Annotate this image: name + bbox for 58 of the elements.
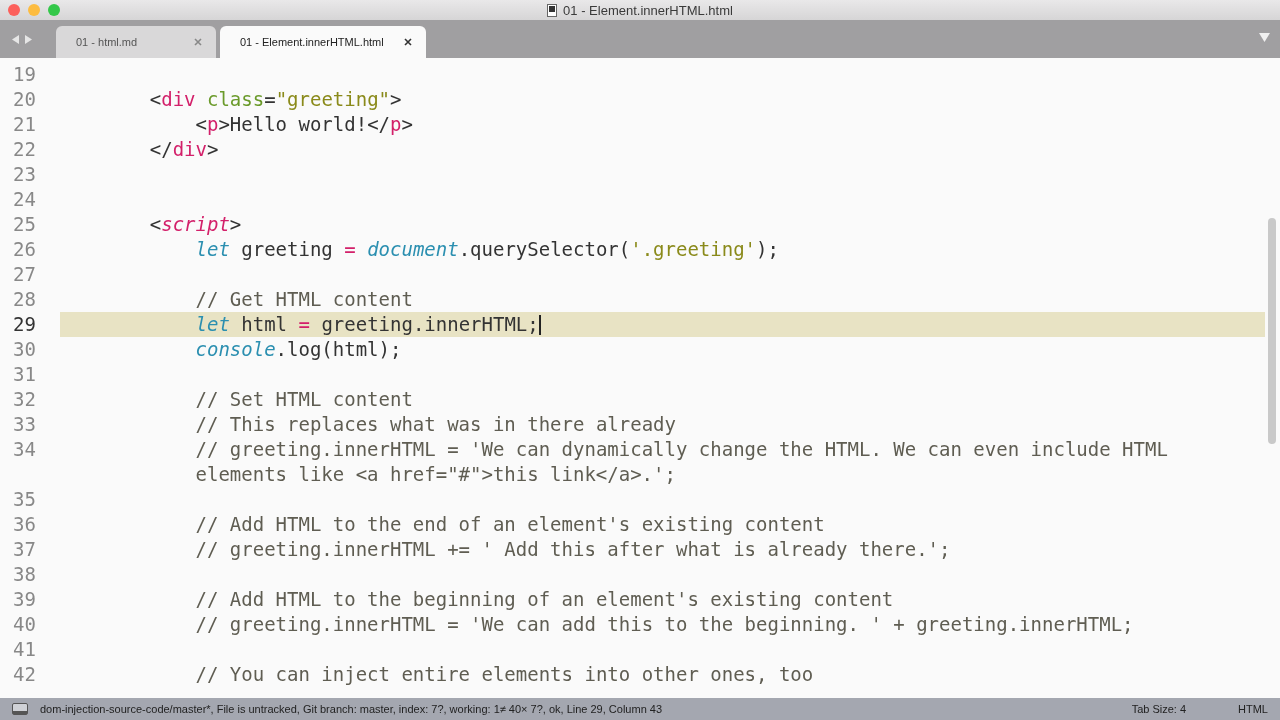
close-tab-icon[interactable] [404, 38, 412, 46]
forward-arrow-icon[interactable] [25, 34, 32, 44]
document-icon [547, 3, 558, 17]
line-number: 27 [12, 262, 36, 287]
code-line: <script> [148, 212, 243, 237]
code-line: <div class="greeting"> [148, 87, 403, 112]
line-number: 26 [12, 237, 36, 262]
scrollbar-thumb[interactable] [1268, 218, 1276, 444]
line-number: 42 [12, 662, 36, 687]
line-number: 35 [12, 487, 36, 512]
line-number: 38 [12, 562, 36, 587]
line-number: 29 [12, 312, 36, 337]
code-line: // greeting.innerHTML = 'We can add this to the beginning. ' + greeting.innerHTML; [194, 612, 1135, 637]
line-number: 19 [12, 62, 36, 87]
text-cursor [538, 315, 541, 335]
code-line: console.log(html); [194, 337, 403, 362]
line-number: 22 [12, 137, 36, 162]
line-number: 33 [12, 412, 36, 437]
tab-label: 01 - html.md [76, 36, 138, 48]
code-line: // Set HTML content [194, 387, 414, 412]
line-number: 39 [12, 587, 36, 612]
line-number: 21 [12, 112, 36, 137]
line-number: 28 [12, 287, 36, 312]
code-line: // You can inject entire elements into other ones, too [194, 662, 815, 687]
line-number: 37 [12, 537, 36, 562]
code-line: // Get HTML content [194, 287, 414, 312]
dropdown-triangle-icon[interactable] [1259, 33, 1270, 42]
line-number: 30 [12, 337, 36, 362]
line-number: 40 [12, 612, 36, 637]
line-number: 24 [12, 187, 36, 212]
panel-toggle-icon[interactable] [12, 703, 28, 715]
close-button[interactable] [8, 4, 20, 16]
code-line: // This replaces what was in there already [194, 412, 677, 437]
line-number: 23 [12, 162, 36, 187]
code-line: </div> [148, 137, 220, 162]
minimize-button[interactable] [28, 4, 40, 16]
editor-tab[interactable]: 01 - Element.innerHTML.html [220, 26, 426, 58]
line-number: 25 [12, 212, 36, 237]
tab-label: 01 - Element.innerHTML.html [240, 36, 384, 48]
code-line: // Add HTML to the beginning of an element's existing content [194, 587, 895, 612]
back-arrow-icon[interactable] [12, 34, 19, 44]
code-line: // greeting.innerHTML = 'We can dynamically change the HTML. We can even include HTML elements like <a href="#">this link</a>.'; [194, 437, 1169, 487]
window-title: 01 - Element.innerHTML.html [563, 2, 733, 18]
line-number: 31 [12, 362, 36, 387]
tab-size-indicator[interactable]: Tab Size: 4 [1131, 703, 1187, 715]
line-number: 34 [12, 437, 36, 462]
zoom-button[interactable] [48, 4, 60, 16]
line-number: 32 [12, 387, 36, 412]
editor-tab[interactable]: 01 - html.md [56, 26, 216, 58]
line-number: 41 [12, 637, 36, 662]
code-line: // greeting.innerHTML += ' Add this after what is already there.'; [194, 537, 952, 562]
code-line: <p>Hello world!</p> [194, 112, 414, 137]
code-line: let greeting = document.querySelector('.greeting'); [194, 237, 780, 262]
syntax-indicator[interactable]: HTML [1238, 703, 1268, 715]
status-text: dom-injection-source-code/master*, File is untracked, Git branch: master, index: 7?, working: 1≠ 40× 7?, ok, Line 29, Column 43 [40, 703, 664, 715]
code-line: // Add HTML to the end of an element's existing content [194, 512, 826, 537]
line-number: 20 [12, 87, 36, 112]
line-number: 36 [12, 512, 36, 537]
